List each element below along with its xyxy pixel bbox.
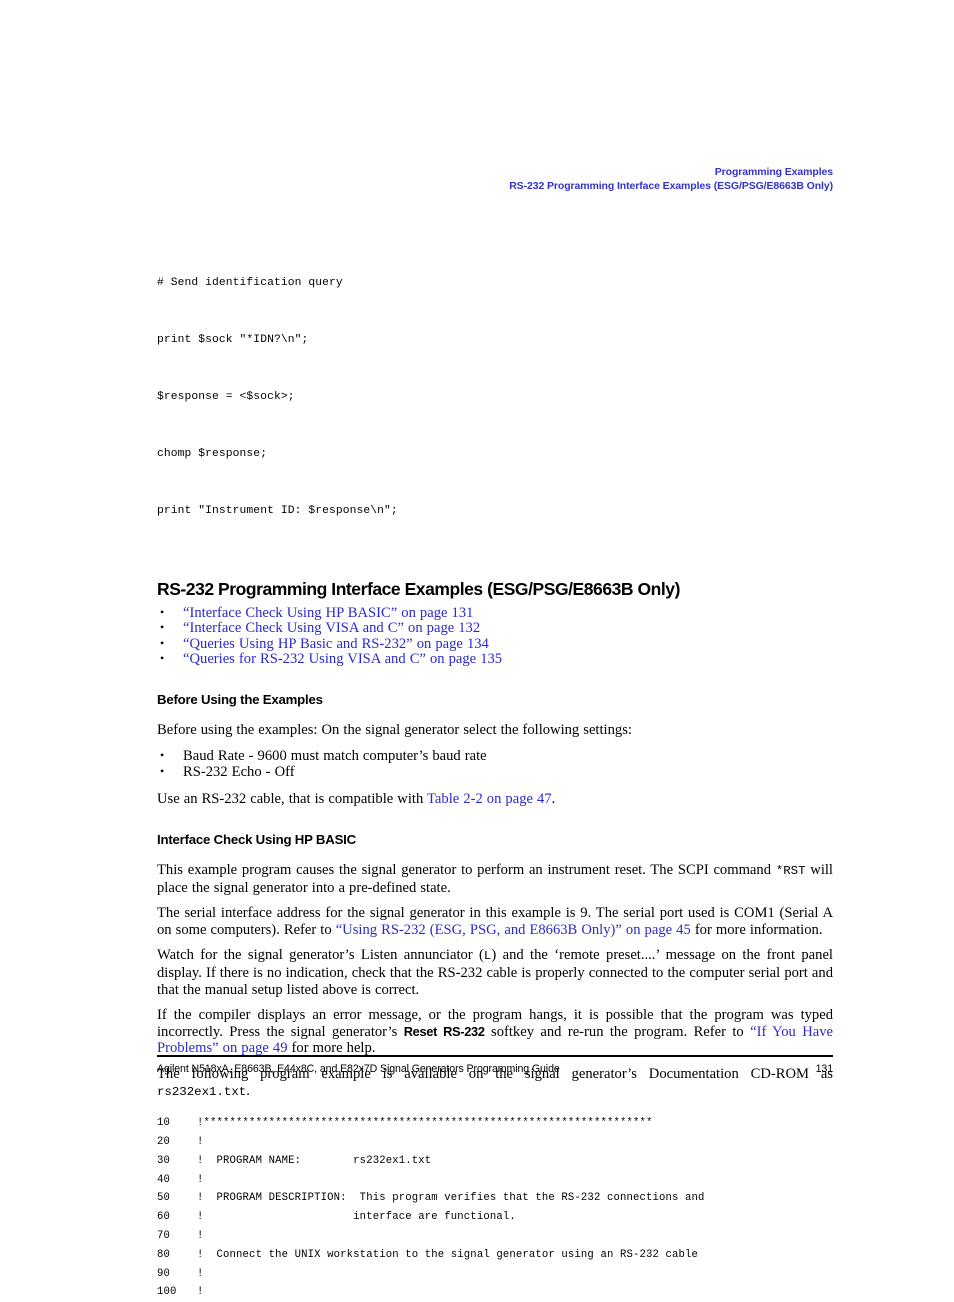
listing-line-code: !: [197, 1229, 204, 1242]
subsection-heading-interface-check: Interface Check Using HP BASIC: [157, 832, 356, 847]
running-header: Programming Examples RS-232 Programming …: [157, 166, 833, 193]
page-footer: Agilent N518xA, E8663B, E44x8C, and E82x…: [157, 1063, 833, 1075]
listing-row: 20!: [157, 1133, 833, 1152]
para4-text-b: softkey and re-run the program. Refer to: [484, 1023, 751, 1040]
interface-check-paragraph-3: Watch for the signal generator’s Listen …: [157, 947, 833, 998]
perl-code-block: # Send identification query print $sock …: [157, 236, 833, 559]
section-heading: RS-232 Programming Interface Examples (E…: [157, 579, 680, 599]
listing-line-number: 90: [157, 1267, 171, 1280]
settings-bullet-list: Baud Rate - 9600 must match computer’s b…: [157, 748, 833, 781]
listing-row: 60 ! interface are functional.: [157, 1208, 833, 1227]
listing-line-code: ! Connect the UNIX workstation to the si…: [197, 1248, 699, 1261]
para3-text-a: Watch for the signal generator’s Listen …: [157, 947, 484, 964]
listing-line-number: 10: [157, 1117, 171, 1130]
before-using-intro: Before using the examples: On the signal…: [157, 721, 632, 738]
scpi-command-code: *RST: [775, 864, 806, 878]
interface-check-paragraph-4: If the compiler displays an error messag…: [157, 1007, 833, 1057]
listing-line-code: !: [197, 1267, 204, 1280]
xref-link[interactable]: “Queries Using HP Basic and RS-232” on p…: [183, 636, 489, 652]
cable-text-after: .: [551, 791, 556, 808]
listing-line-code: ! interface are functional.: [197, 1211, 516, 1224]
xref-link[interactable]: “Interface Check Using VISA and C” on pa…: [183, 620, 480, 636]
listing-row: 100!: [157, 1283, 833, 1302]
listing-line-number: 50: [157, 1192, 171, 1205]
listing-line-number: 100: [157, 1286, 177, 1299]
running-header-line1: Programming Examples: [714, 166, 833, 178]
listing-row: 10 !*************************************…: [157, 1114, 833, 1133]
list-item: Baud Rate - 9600 must match computer’s b…: [157, 748, 833, 765]
listing-row: 50 ! PROGRAM DESCRIPTION: This program ve…: [157, 1189, 833, 1208]
listing-line-number: 20: [157, 1135, 171, 1148]
footer-title: Agilent N518xA, E8663B, E44x8C, and E82x…: [157, 1063, 560, 1075]
listing-line-code: ! PROGRAM NAME: rs232ex1.txt: [197, 1154, 432, 1167]
footer-page-number: 131: [815, 1063, 833, 1075]
listing-line-code: ! PROGRAM DESCRIPTION: This program veri…: [197, 1192, 705, 1205]
list-item: “Interface Check Using HP BASIC” on page…: [157, 605, 833, 621]
listing-line-code: !: [197, 1286, 204, 1299]
xref-link-table[interactable]: Table 2-2 on page 47: [427, 791, 552, 807]
xref-link-using-rs232[interactable]: “Using RS-232 (ESG, PSG, and E8663B Only…: [336, 922, 691, 938]
code-line: # Send identification query: [157, 277, 343, 289]
cable-paragraph: Use an RS-232 cable, that is compatible …: [157, 791, 833, 808]
subsection-heading-before-using: Before Using the Examples: [157, 691, 323, 707]
listing-line-number: 60: [157, 1211, 171, 1224]
para2-text-b: for more information.: [690, 921, 823, 938]
listing-row: 30 ! PROGRAM NAME: rs232ex1.txt: [157, 1152, 833, 1171]
listing-row: 90!: [157, 1265, 833, 1284]
listing-row: 40!: [157, 1171, 833, 1190]
listing-line-number: 40: [157, 1173, 171, 1186]
listing-line-code: !: [197, 1135, 204, 1148]
listing-row: 70!: [157, 1227, 833, 1246]
running-header-line2: RS-232 Programming Interface Examples (E…: [509, 179, 833, 192]
interface-check-paragraph-2: The serial interface address for the sig…: [157, 905, 833, 938]
footer-rule: [157, 1055, 833, 1057]
listing-line-code: !***************************************…: [197, 1117, 653, 1130]
list-item: “Queries Using HP Basic and RS-232” on p…: [157, 636, 833, 652]
basic-program-listing: 10 !*************************************…: [157, 1114, 833, 1302]
section-link-list: “Interface Check Using HP BASIC” on page…: [157, 605, 833, 668]
code-line: chomp $response;: [157, 448, 268, 460]
list-item: RS-232 Echo - Off: [157, 764, 833, 781]
para1-text-a: This example program causes the signal g…: [157, 862, 776, 878]
para5-text-b: .: [246, 1082, 250, 1099]
xref-link[interactable]: “Queries for RS-232 Using VISA and C” on…: [183, 651, 502, 667]
code-line: $response = <$sock>;: [157, 391, 295, 403]
listing-line-number: 80: [157, 1248, 171, 1261]
list-item: “Queries for RS-232 Using VISA and C” on…: [157, 651, 833, 667]
listing-line-number: 70: [157, 1229, 171, 1242]
filename-code: rs232ex1.txt: [157, 1084, 247, 1099]
para4-text-c: for more help.: [287, 1040, 376, 1057]
document-page: Programming Examples RS-232 Programming …: [0, 0, 954, 1298]
interface-check-paragraph-1: This example program causes the signal g…: [157, 862, 833, 896]
content-column: # Send identification query print $sock …: [157, 236, 833, 1302]
code-line: print $sock "*IDN?\n";: [157, 334, 309, 346]
xref-link[interactable]: “Interface Check Using HP BASIC” on page…: [183, 605, 473, 621]
cable-text-before: Use an RS-232 cable, that is compatible …: [157, 791, 428, 808]
list-item: “Interface Check Using VISA and C” on pa…: [157, 620, 833, 636]
listing-line-number: 30: [157, 1154, 171, 1167]
listing-line-code: !: [197, 1173, 204, 1186]
code-line: print "Instrument ID: $response\n";: [157, 505, 398, 517]
softkey-label-reset-rs232: Reset RS-232: [403, 1023, 485, 1039]
listing-row: 80 ! Connect the UNIX workstation to the …: [157, 1246, 833, 1265]
